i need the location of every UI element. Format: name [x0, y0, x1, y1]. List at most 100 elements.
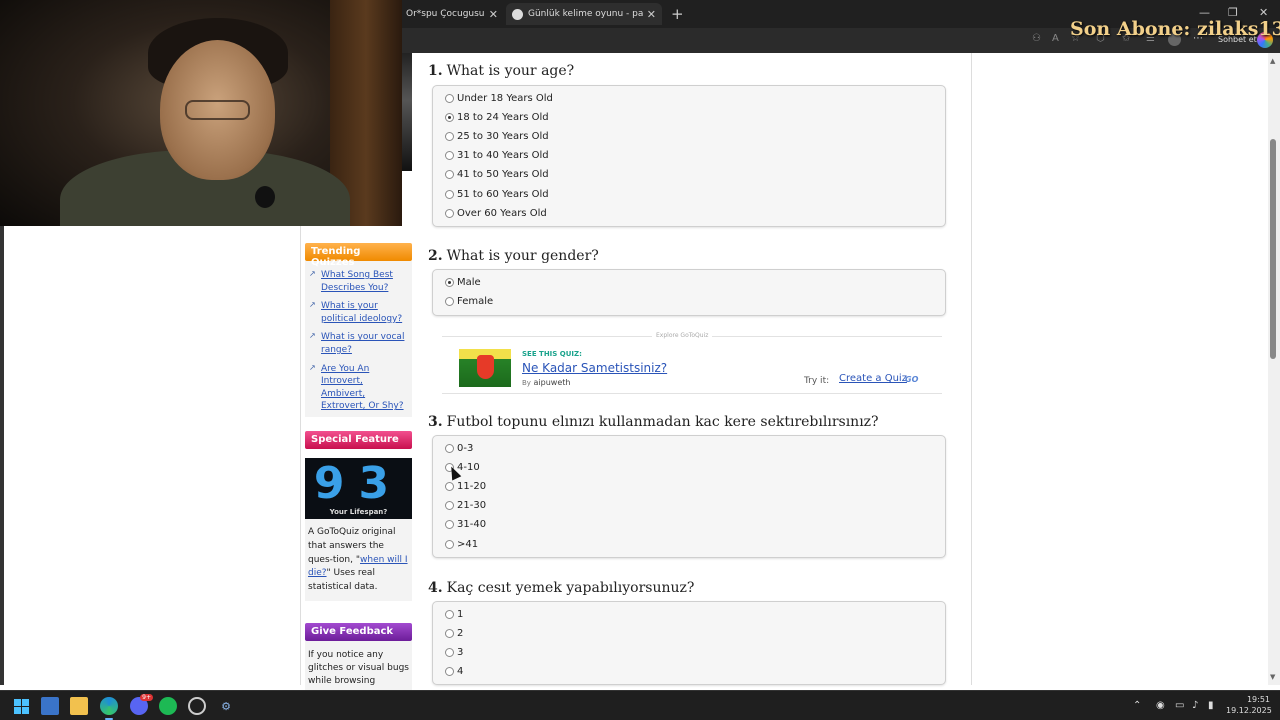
go-icon[interactable]: GO — [905, 375, 918, 384]
new-tab-button[interactable]: + — [671, 5, 684, 23]
answer-option[interactable]: 0-3 — [445, 443, 473, 454]
question-3-options — [432, 435, 946, 558]
answer-option[interactable]: Under 18 Years Old — [445, 93, 553, 104]
tab-2-close-icon[interactable]: ✕ — [647, 8, 656, 21]
tab-1-title: Or*spu Çocugusunuz — [406, 9, 485, 19]
scroll-thumb[interactable] — [1270, 139, 1276, 359]
radio-button[interactable] — [445, 132, 454, 142]
answer-option[interactable]: >41 — [445, 539, 478, 550]
microphone-icon[interactable]: ◉ — [1156, 700, 1165, 711]
trending-link[interactable]: What is your political ideology? — [321, 300, 408, 325]
question-2-title: 2. What is your gender? — [428, 248, 599, 264]
taskbar: 9+ ⚙ ⌃ ◉ ▭ ♪ ▮ 19:51 19.12.2025 — [0, 690, 1280, 720]
try-it-label: Try it: — [804, 376, 830, 386]
question-3-title: 3. Futbol topunu elınızı kullanmadan kac … — [428, 414, 879, 430]
radio-button[interactable] — [445, 667, 454, 677]
answer-option[interactable]: Female — [445, 296, 493, 307]
trending-link[interactable]: Are You An Introvert, Ambivert, Extrover… — [321, 363, 408, 413]
trending-item[interactable]: ↗ What is your political ideology? — [309, 300, 408, 325]
radio-button[interactable] — [445, 501, 454, 511]
radio-button[interactable] — [445, 94, 454, 103]
radio-button[interactable] — [445, 151, 454, 161]
answer-label: 41 to 50 Years Old — [457, 169, 549, 181]
radio-button[interactable] — [445, 113, 454, 123]
tab-1-close-icon[interactable]: ✕ — [489, 8, 498, 21]
answer-option[interactable]: 31 to 40 Years Old — [445, 150, 549, 161]
answer-option[interactable]: 3 — [445, 647, 463, 658]
answer-option[interactable]: 41 to 50 Years Old — [445, 169, 549, 180]
windows-start-icon[interactable] — [12, 697, 30, 715]
tab-2-favicon-icon — [512, 8, 523, 20]
radio-button[interactable] — [445, 444, 454, 453]
scroll-down-icon[interactable]: ▼ — [1270, 673, 1275, 681]
answer-option[interactable]: 4 — [445, 666, 463, 677]
steam-icon[interactable]: ⚙ — [217, 697, 235, 715]
question-number: 4. — [428, 580, 443, 596]
radio-button[interactable] — [445, 208, 454, 218]
answer-label: 3 — [457, 647, 464, 659]
answer-option[interactable]: 51 to 60 Years Old — [445, 189, 549, 200]
feedback-text: If you notice any glitches or visual bug… — [305, 640, 412, 696]
create-quiz-link[interactable]: Create a Quiz — [839, 373, 907, 384]
webcam-microphone — [255, 186, 275, 208]
trending-link[interactable]: What is your vocal range? — [321, 331, 408, 356]
radio-button[interactable] — [445, 539, 454, 549]
question-2-options — [432, 269, 946, 316]
question-text: Kaç cesıt yemek yapabılıyorsunuz? — [446, 580, 695, 596]
answer-option[interactable]: Male — [445, 277, 481, 288]
tray-chevron-icon[interactable]: ⌃ — [1133, 700, 1141, 711]
ad-thumbnail[interactable] — [459, 349, 511, 387]
lifespan-banner[interactable]: 93 Your Lifespan? — [305, 458, 412, 519]
read-aloud-icon[interactable]: A — [1052, 33, 1059, 44]
answer-option[interactable]: 18 to 24 Years Old — [445, 112, 549, 123]
radio-button[interactable] — [445, 629, 454, 639]
answer-option[interactable]: 1 — [445, 609, 463, 620]
ad-quiz-link[interactable]: Ne Kadar Sametistsiniz? — [522, 361, 667, 375]
radio-button[interactable] — [445, 648, 454, 658]
answer-option[interactable]: Over 60 Years Old — [445, 208, 547, 219]
tab-2[interactable]: Günlük kelime oyunu - parolla - K ✕ — [506, 3, 662, 25]
scroll-up-icon[interactable]: ▲ — [1270, 57, 1275, 65]
answer-option[interactable]: 25 to 30 Years Old — [445, 131, 549, 142]
battery-icon[interactable]: ▮ — [1208, 700, 1214, 711]
radio-button[interactable] — [445, 170, 454, 180]
answer-label: 31 to 40 Years Old — [457, 150, 549, 162]
question-text: Futbol topunu elınızı kullanmadan kac ke… — [446, 414, 879, 430]
answer-label: >41 — [457, 538, 479, 550]
radio-button[interactable] — [445, 297, 454, 307]
trending-item[interactable]: ↗ What Song Best Describes You? — [309, 269, 408, 294]
radio-button[interactable] — [445, 189, 454, 199]
radio-button[interactable] — [445, 278, 454, 287]
immersive-reader-icon[interactable]: ⚇ — [1032, 33, 1041, 44]
webcam-glasses — [185, 100, 250, 120]
trending-item[interactable]: ↗ What is your vocal range? — [309, 331, 408, 356]
answer-option[interactable]: 2 — [445, 628, 463, 639]
radio-button[interactable] — [445, 520, 454, 530]
trending-link[interactable]: What Song Best Describes You? — [321, 269, 408, 294]
tab-1[interactable]: Or*spu Çocugusunuz ✕ — [400, 3, 504, 25]
trending-item[interactable]: ↗ Are You An Introvert, Ambivert, Extrov… — [309, 363, 408, 413]
radio-button[interactable] — [445, 610, 454, 619]
store-icon[interactable] — [41, 697, 59, 715]
file-explorer-icon[interactable] — [70, 697, 88, 715]
discord-badge: 9+ — [140, 694, 153, 701]
answer-label: 4-10 — [457, 462, 480, 474]
answer-label: Female — [457, 296, 494, 308]
lifespan-caption: Your Lifespan? — [329, 508, 388, 516]
ad-byline: By aipuweth — [522, 378, 570, 387]
radio-button[interactable] — [445, 482, 454, 492]
spotify-icon[interactable] — [159, 697, 177, 715]
discord-icon[interactable]: 9+ — [130, 694, 153, 715]
obs-icon[interactable] — [188, 697, 206, 715]
trending-arrow-icon: ↗ — [309, 300, 316, 310]
answer-option[interactable]: 21-30 — [445, 500, 486, 511]
answer-option[interactable]: 31-40 — [445, 519, 486, 530]
volume-icon[interactable]: ♪ — [1192, 700, 1198, 711]
system-clock[interactable]: 19:51 19.12.2025 — [1226, 694, 1272, 716]
answer-label: 1 — [457, 609, 464, 620]
tab-2-title: Günlük kelime oyunu - parolla - K — [528, 9, 643, 19]
edge-browser-icon[interactable] — [100, 697, 118, 720]
answer-option[interactable]: 11-20 — [445, 481, 486, 492]
page-scrollbar[interactable]: ▲ ▼ — [1268, 53, 1280, 685]
network-icon[interactable]: ▭ — [1175, 700, 1184, 711]
